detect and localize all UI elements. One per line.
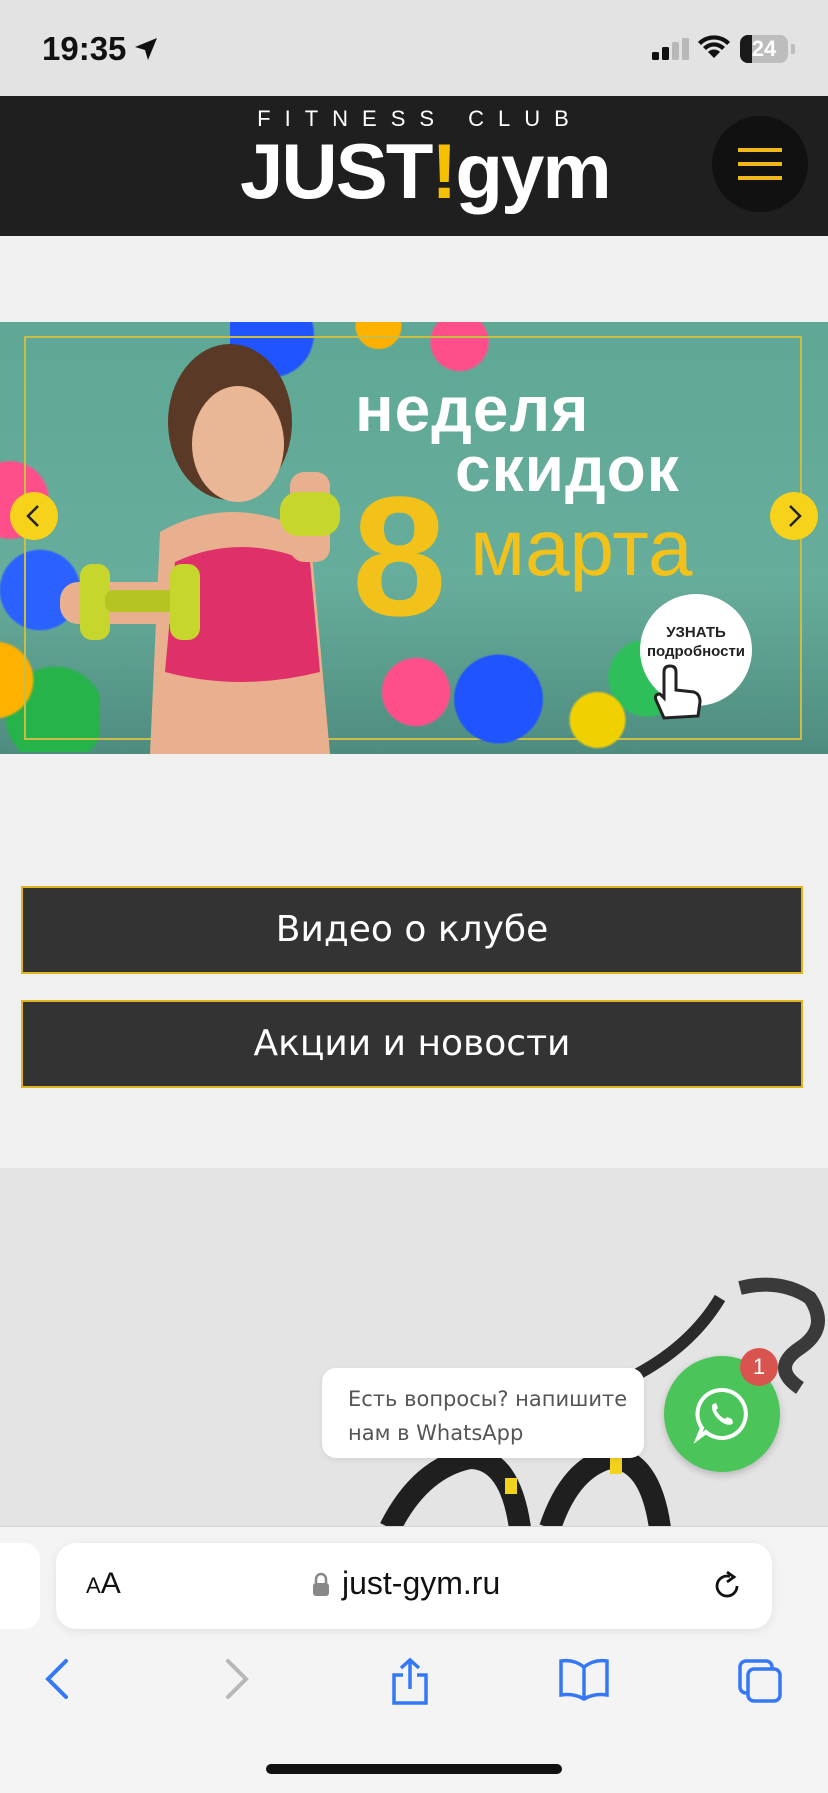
location-arrow-icon	[135, 38, 157, 60]
battery-percent: 24	[751, 36, 777, 61]
promo-banner[interactable]: неделя скидок 8 марта УЗНАТЬ подробности	[0, 322, 828, 754]
chevron-right-icon	[789, 505, 802, 527]
share-icon[interactable]	[388, 1657, 432, 1707]
logo-text-just: JUST	[240, 127, 433, 215]
whatsapp-chat-message: Есть вопросы? напишите нам в WhatsApp	[348, 1387, 628, 1445]
logo-text-gym: gym	[455, 127, 611, 215]
battery-icon: 24	[740, 35, 788, 63]
details-badge-label: УЗНАТЬ подробности	[646, 624, 746, 660]
browser-toolbar: AA just-gym.ru	[0, 1526, 828, 1793]
text-size-small: A	[86, 1573, 101, 1598]
banner-date-number: 8	[352, 462, 447, 652]
battery-cap	[791, 44, 795, 54]
hamburger-icon-line-middle	[738, 162, 782, 166]
tabs-icon[interactable]	[736, 1657, 784, 1705]
previous-tab-preview[interactable]	[0, 1543, 40, 1629]
address-bar[interactable]: AA just-gym.ru	[56, 1543, 772, 1629]
logo-text-accent: !	[431, 127, 457, 215]
slider-prev-button[interactable]	[10, 492, 58, 540]
forward-icon[interactable]	[218, 1657, 254, 1701]
url-text: just-gym.ru	[342, 1565, 501, 1601]
promotions-news-button[interactable]: Акции и новости	[21, 1000, 803, 1088]
lock-icon	[313, 1572, 329, 1596]
equipment-section	[0, 1168, 828, 1526]
banner-title-line2: скидок	[455, 433, 680, 505]
banner-date-month: марта	[470, 503, 693, 592]
back-icon[interactable]	[40, 1657, 76, 1701]
whatsapp-chat-prompt[interactable]: Есть вопросы? напишите нам в WhatsApp	[322, 1368, 644, 1458]
menu-button[interactable]	[712, 116, 808, 212]
fitness-model-image	[60, 344, 340, 754]
site-header: FITNESS CLUB JUST!gym	[0, 96, 828, 236]
text-size-button[interactable]: AA	[86, 1567, 121, 1601]
pointing-hand-icon	[654, 664, 702, 720]
status-bar: 19:35 24	[0, 0, 828, 96]
status-time: 19:35	[42, 30, 127, 67]
reload-icon[interactable]	[710, 1569, 744, 1603]
hamburger-icon-line-top	[738, 148, 782, 152]
chevron-left-icon	[26, 505, 39, 527]
text-size-large: A	[100, 1567, 121, 1600]
cellular-signal-icon	[652, 38, 689, 60]
site-logo[interactable]: JUST!gym	[240, 126, 612, 217]
slider-next-button[interactable]	[770, 492, 818, 540]
notification-badge: 1	[740, 1348, 778, 1386]
home-indicator	[266, 1764, 562, 1774]
bookmarks-icon[interactable]	[558, 1657, 610, 1701]
wifi-icon	[698, 35, 730, 58]
hamburger-icon-line-bottom	[738, 176, 782, 180]
whatsapp-icon	[693, 1387, 748, 1444]
video-about-club-button[interactable]: Видео о клубе	[21, 886, 803, 974]
